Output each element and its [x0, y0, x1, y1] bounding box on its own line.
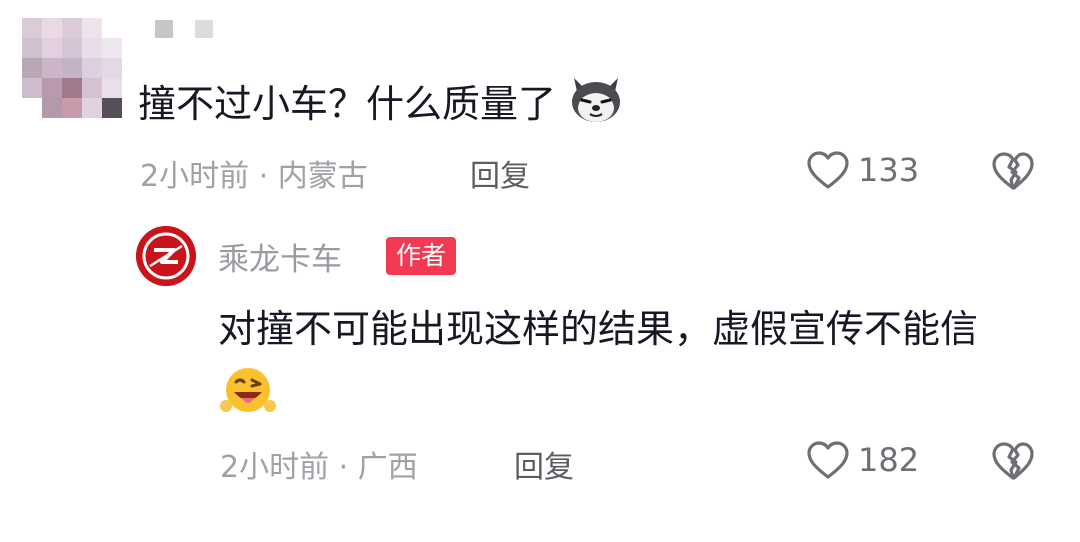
reply-location: 广西 — [357, 450, 418, 485]
avatar[interactable] — [22, 18, 122, 118]
like-count: 182 — [858, 441, 920, 479]
heart-icon — [807, 151, 849, 189]
chenglong-logo-icon — [136, 226, 196, 286]
reply-time: 2小时前 — [220, 450, 330, 485]
comment-text: 撞不过小车？什么质量了 — [138, 72, 624, 141]
comment-body: 撞不过小车？什么质量了 — [138, 82, 557, 126]
reply-meta: 2小时前 · 广西 — [220, 442, 418, 486]
dislike-button[interactable] — [990, 440, 1036, 486]
comment-time: 2小时前 — [140, 159, 250, 194]
reply-text: 对撞不可能出现这样的结果，虚假宣传不能信 — [218, 296, 1018, 438]
reply-body: 对撞不可能出现这样的结果，虚假宣传不能信 — [218, 307, 979, 351]
meta-separator: · — [338, 450, 349, 485]
meta-separator: · — [258, 159, 269, 194]
comment-location: 内蒙古 — [277, 159, 368, 194]
winking-tongue-emoji — [218, 362, 278, 438]
heart-icon — [807, 441, 849, 479]
like-button[interactable]: 133 — [806, 150, 919, 190]
author-avatar[interactable] — [136, 226, 196, 286]
husky-dog-emoji — [568, 72, 624, 141]
broken-heart-icon — [992, 152, 1034, 190]
comment-meta: 2小时前 · 内蒙古 — [140, 151, 368, 195]
like-button[interactable]: 182 — [806, 440, 919, 480]
broken-heart-icon — [992, 442, 1034, 480]
reply-button[interactable]: 回复 — [470, 151, 530, 195]
reply-button[interactable]: 回复 — [514, 442, 574, 486]
author-username[interactable]: 乘龙卡车 — [218, 234, 342, 279]
author-badge: 作者 — [386, 237, 457, 275]
dislike-button[interactable] — [990, 150, 1036, 196]
like-count: 133 — [858, 151, 920, 189]
